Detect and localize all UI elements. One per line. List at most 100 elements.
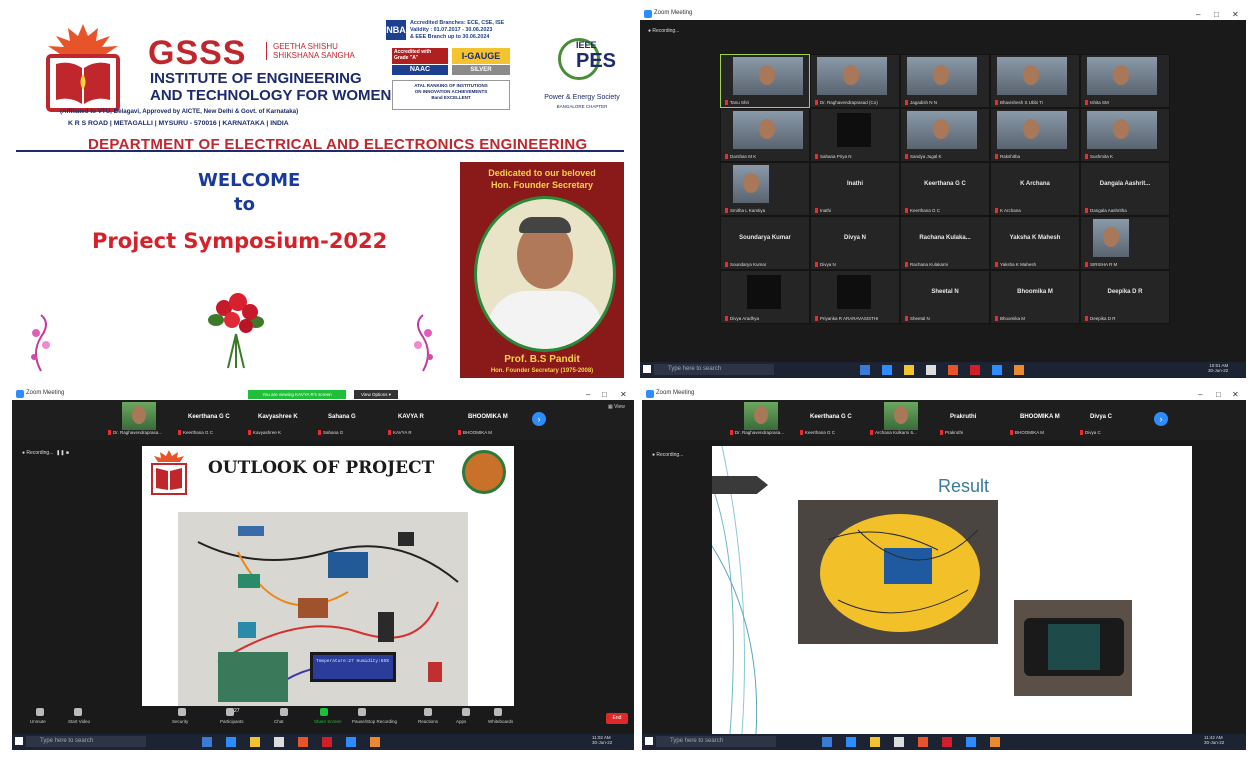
participant-tile[interactable]: SIRISHA R M [1080, 216, 1170, 270]
taskbar-app-icon[interactable] [992, 365, 1002, 375]
strip-participant[interactable]: Sahana G Sahana G [316, 400, 384, 440]
strip-participant[interactable]: BHOOMIKA M BHOOMIKA M [1008, 400, 1076, 440]
taskbar-app-icon[interactable] [942, 737, 952, 747]
toolbar-label[interactable]: Chat [274, 719, 284, 724]
strip-participant[interactable]: Kavyashree K Kavyashree K [246, 400, 314, 440]
strip-participant[interactable]: Divya C Divya C [1078, 400, 1146, 440]
end-meeting-button[interactable]: End [606, 713, 628, 724]
taskbar-search[interactable]: Type here to search [656, 736, 776, 747]
windows-start-icon[interactable] [645, 737, 653, 745]
taskbar-app-icon[interactable] [298, 737, 308, 747]
taskbar-app-icon[interactable] [970, 365, 980, 375]
minimize-button[interactable]: – [1198, 390, 1202, 399]
toolbar-start-video-icon[interactable] [74, 708, 82, 716]
view-button[interactable]: ▦ View [608, 404, 625, 410]
toolbar-label[interactable]: Start Video [68, 719, 90, 724]
maximize-button[interactable]: □ [1216, 390, 1221, 399]
taskbar-app-icon[interactable] [250, 737, 260, 747]
taskbar-app-icon[interactable] [226, 737, 236, 747]
toolbar-whiteboards-icon[interactable] [494, 708, 502, 716]
participant-tile[interactable]: Keerthana G C Keerthana G C [900, 162, 990, 216]
taskbar-search[interactable]: Type here to search [26, 736, 146, 747]
taskbar-app-icon[interactable] [822, 737, 832, 747]
strip-participant[interactable]: Dr. Raghavendraprasa... [106, 400, 174, 440]
taskbar-app-icon[interactable] [860, 365, 870, 375]
toolbar-label[interactable]: Reactions [418, 719, 438, 724]
strip-participant[interactable]: Archana Kulkarni 6... [868, 400, 936, 440]
toolbar-apps-icon[interactable] [462, 708, 470, 716]
recording-indicator[interactable]: ● Recording... ❚❚ ■ [22, 450, 69, 456]
strip-participant[interactable]: Prakruthi Prakruthi [938, 400, 1006, 440]
strip-participant[interactable]: KAVYA R KAVYA R [386, 400, 454, 440]
toolbar-label[interactable]: Whiteboards [488, 719, 513, 724]
participant-tile[interactable]: Deepika D R Deepika D R [1080, 270, 1170, 324]
toolbar-share-screen-icon[interactable] [320, 708, 328, 716]
participant-tile[interactable]: Dr. Raghavendraprasad (Co) [810, 54, 900, 108]
maximize-button[interactable]: □ [1214, 10, 1219, 19]
next-page-arrow-icon[interactable]: › [532, 412, 546, 426]
toolbar-reactions-icon[interactable] [424, 708, 432, 716]
taskbar-app-icon[interactable] [918, 737, 928, 747]
strip-participant[interactable]: Keerthana G C Keerthana G C [176, 400, 244, 440]
taskbar-search[interactable]: Type here to search [654, 364, 774, 375]
participant-tile[interactable]: Bhoomika M Bhoomika M [990, 270, 1080, 324]
participant-tile[interactable]: Dangala Aashrit... Dangala Aashritha [1080, 162, 1170, 216]
participant-tile[interactable]: Sheetal N Sheetal N [900, 270, 990, 324]
close-button[interactable]: ✕ [1232, 10, 1239, 19]
participant-tile[interactable]: Tanu Shri [720, 54, 810, 108]
taskbar-app-icon[interactable] [346, 737, 356, 747]
taskbar-app-icon[interactable] [948, 365, 958, 375]
recording-indicator[interactable]: ● Recording... [648, 28, 679, 34]
toolbar-pause-stop-recording-icon[interactable] [358, 708, 366, 716]
windows-start-icon[interactable] [15, 737, 23, 745]
participant-tile[interactable]: Jagadish N N [900, 54, 990, 108]
participant-tile[interactable]: Smitha L Kamtiya [720, 162, 810, 216]
participant-tile[interactable]: Priyanka R ARARAVASISTHI [810, 270, 900, 324]
close-button[interactable]: ✕ [1232, 390, 1239, 399]
taskbar-app-icon[interactable] [990, 737, 1000, 747]
next-page-arrow-icon[interactable]: › [1154, 412, 1168, 426]
recording-indicator[interactable]: ● Recording... [652, 452, 683, 458]
toolbar-unmute-icon[interactable] [36, 708, 44, 716]
participant-tile[interactable]: Divya Aradhya [720, 270, 810, 324]
taskbar-app-icon[interactable] [846, 737, 856, 747]
participant-tile[interactable]: Yaksha K Mahesh Yaksha K Mahesh [990, 216, 1080, 270]
taskbar-app-icon[interactable] [926, 365, 936, 375]
strip-participant[interactable]: BHOOMIKA M BHOOMIKA M [456, 400, 524, 440]
taskbar-app-icon[interactable] [894, 737, 904, 747]
participant-tile[interactable]: Darshan M K [720, 108, 810, 162]
taskbar-app-icon[interactable] [904, 365, 914, 375]
toolbar-participants-icon[interactable] [226, 708, 234, 716]
toolbar-label[interactable]: Security [172, 719, 188, 724]
participant-tile[interactable]: Rachana Kulaka... Rachana Kulakarni [900, 216, 990, 270]
participant-tile[interactable]: K Archana K Archana [990, 162, 1080, 216]
participant-tile[interactable]: Soundarya Kumar Soundarya Kumar [720, 216, 810, 270]
taskbar-app-icon[interactable] [882, 365, 892, 375]
taskbar-app-icon[interactable] [202, 737, 212, 747]
minimize-button[interactable]: – [1196, 10, 1200, 19]
toolbar-label[interactable]: Participants [220, 719, 244, 724]
taskbar-app-icon[interactable] [966, 737, 976, 747]
toolbar-label[interactable]: Share Screen [314, 719, 342, 724]
participant-tile[interactable]: Sushmita K [1080, 108, 1170, 162]
participant-tile[interactable]: Sandya Jugal K [900, 108, 990, 162]
strip-participant[interactable]: Dr. Raghavendraprasa... [728, 400, 796, 440]
participant-tile[interactable]: Rakshitha [990, 108, 1080, 162]
participant-tile[interactable]: Bhavishesh S Ubbi Ti [990, 54, 1080, 108]
taskbar-app-icon[interactable] [870, 737, 880, 747]
toolbar-label[interactable]: Pause/Stop Recording [352, 719, 397, 724]
participant-tile[interactable]: Divya N Divya N [810, 216, 900, 270]
participant-tile[interactable]: Sahana Priya N [810, 108, 900, 162]
minimize-button[interactable]: – [586, 390, 590, 399]
taskbar-app-icon[interactable] [322, 737, 332, 747]
taskbar-app-icon[interactable] [370, 737, 380, 747]
close-button[interactable]: ✕ [620, 390, 627, 399]
toolbar-label[interactable]: Unmute [30, 719, 46, 724]
maximize-button[interactable]: □ [602, 390, 607, 399]
strip-participant[interactable]: Keerthana G C Keerthana G C [798, 400, 866, 440]
participant-tile[interactable]: Ishita SM [1080, 54, 1170, 108]
toolbar-chat-icon[interactable] [280, 708, 288, 716]
toolbar-label[interactable]: Apps [456, 719, 466, 724]
windows-start-icon[interactable] [643, 365, 651, 373]
toolbar-security-icon[interactable] [178, 708, 186, 716]
